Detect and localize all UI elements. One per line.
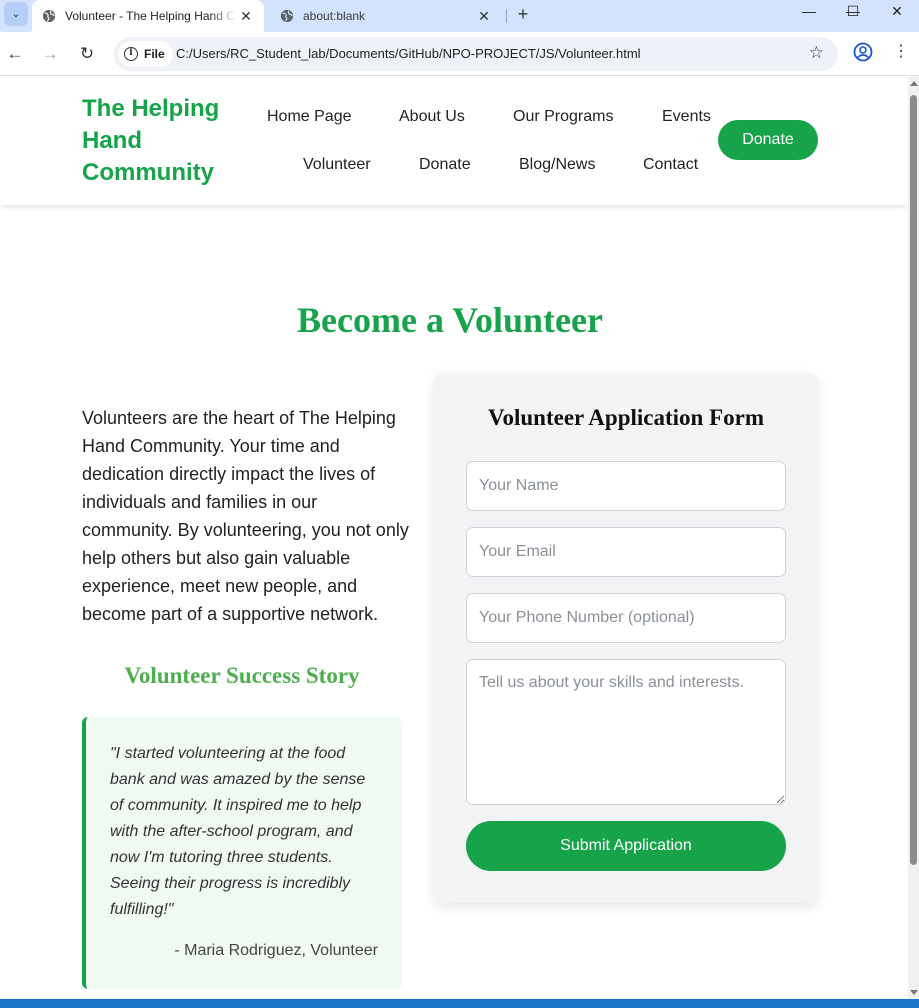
site-logo[interactable]: The Helping Hand Community <box>82 93 252 189</box>
scroll-up-arrow-icon[interactable] <box>910 81 918 86</box>
site-info-chip[interactable]: i File <box>118 41 173 67</box>
tab-search-button[interactable]: ⌄ <box>4 2 28 26</box>
phone-input[interactable] <box>466 593 786 643</box>
nav-volunteer[interactable]: Volunteer <box>303 156 371 174</box>
success-story-heading: Volunteer Success Story <box>124 663 360 688</box>
bookmark-star-icon[interactable]: ☆ <box>809 43 824 63</box>
tab-title: Volunteer - The Helping Hand Community <box>65 9 236 23</box>
nav-events[interactable]: Events <box>662 108 711 126</box>
volunteer-application-form: Volunteer Application Form Submit Applic… <box>434 373 818 903</box>
email-input[interactable] <box>466 527 786 577</box>
name-input[interactable] <box>466 461 786 511</box>
tab-title: about:blank <box>303 9 366 23</box>
globe-icon <box>280 9 294 23</box>
profile-icon[interactable] <box>853 42 873 62</box>
donate-button[interactable]: Donate <box>718 120 818 160</box>
page-viewport: The Helping Hand Community Home Page Abo… <box>0 77 908 999</box>
nav-programs[interactable]: Our Programs <box>513 108 613 126</box>
tab-divider <box>506 9 507 23</box>
page-title: Become a Volunteer <box>297 300 603 340</box>
page-scrollbar[interactable] <box>908 77 919 999</box>
new-tab-plus-icon[interactable]: + <box>512 3 534 25</box>
menu-kebab-icon[interactable]: ⋮ <box>893 41 909 61</box>
site-chip-label: File <box>144 47 165 61</box>
close-icon[interactable]: ✕ <box>474 8 494 25</box>
url-text[interactable]: C:/Users/RC_Student_lab/Documents/GitHub… <box>176 46 641 61</box>
tab-volunteer[interactable]: Volunteer - The Helping Hand Community ✕ <box>32 0 264 32</box>
nav-contact[interactable]: Contact <box>643 156 698 174</box>
window-close-button[interactable]: ✕ <box>875 0 919 24</box>
testimonial-card: "I started volunteering at the food bank… <box>82 717 402 989</box>
browser-toolbar: ← → ↻ i File C:/Users/RC_Student_lab/Doc… <box>0 32 919 76</box>
nav-about[interactable]: About Us <box>399 108 465 126</box>
nav-home[interactable]: Home Page <box>267 108 352 126</box>
back-arrow-icon[interactable]: ← <box>2 41 28 67</box>
maximize-button[interactable]: ☐ <box>831 0 875 24</box>
tab-about-blank[interactable]: about:blank ✕ <box>268 0 502 32</box>
site-header: The Helping Hand Community Home Page Abo… <box>0 77 908 205</box>
nav-donate[interactable]: Donate <box>419 156 471 174</box>
nav-blog[interactable]: Blog/News <box>519 156 595 174</box>
forward-arrow-icon[interactable]: → <box>37 41 63 67</box>
form-title: Volunteer Application Form <box>487 405 764 430</box>
browser-tab-strip: ⌄ Volunteer - The Helping Hand Community… <box>0 0 919 32</box>
os-taskbar <box>0 999 919 1008</box>
submit-application-button[interactable]: Submit Application <box>466 821 786 871</box>
testimonial-author: - Maria Rodriguez, Volunteer <box>174 942 378 959</box>
intro-text: Volunteers are the heart of The Helping … <box>82 408 409 624</box>
reload-icon[interactable]: ↻ <box>74 41 100 67</box>
skills-textarea[interactable] <box>466 659 786 805</box>
globe-icon <box>42 9 56 23</box>
info-icon: i <box>124 47 138 61</box>
testimonial-quote: "I started volunteering at the food bank… <box>110 745 366 918</box>
chevron-down-icon: ⌄ <box>11 8 21 20</box>
close-icon[interactable]: ✕ <box>236 8 256 25</box>
scroll-down-arrow-icon[interactable] <box>910 990 918 995</box>
minimize-button[interactable]: — <box>787 0 831 24</box>
address-bar[interactable]: i File C:/Users/RC_Student_lab/Documents… <box>114 37 838 71</box>
scrollbar-thumb[interactable] <box>910 95 917 865</box>
